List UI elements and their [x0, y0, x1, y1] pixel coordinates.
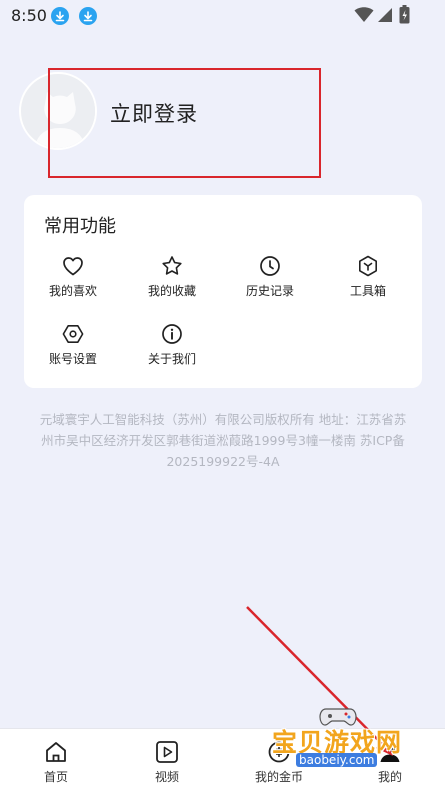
video-icon [156, 741, 178, 763]
nav-label: 视频 [154, 770, 179, 784]
download-icon [51, 7, 69, 25]
nav-home[interactable]: 首页 [21, 739, 91, 785]
history-item[interactable]: 历史记录 [230, 254, 310, 306]
item-label: 历史记录 [245, 284, 294, 298]
nav-profile[interactable]: 我的 [355, 739, 425, 785]
item-label: 账号设置 [48, 352, 97, 366]
nav-video[interactable]: 视频 [132, 739, 202, 785]
item-label: 我的喜欢 [48, 284, 97, 298]
toolbox-icon [359, 255, 377, 277]
my-likes-item[interactable]: 我的喜欢 [33, 254, 113, 306]
legal-line: 2025199922号-4A [166, 454, 280, 469]
legal-line: 州市吴中区经济开发区郭巷街道淞葭路1999号3幢一楼南 苏ICP备 [41, 433, 405, 448]
coin-icon [268, 741, 290, 763]
nav-label: 我的 [377, 770, 402, 784]
gamepad-icon [319, 708, 357, 726]
item-label: 工具箱 [349, 284, 386, 298]
bottom-nav: 首页 视频 我的金币 我的 [0, 728, 445, 791]
account-settings-item[interactable]: 账号设置 [33, 322, 113, 374]
legal-text: 元域寰宇人工智能科技（苏州）有限公司版权所有 地址：江苏省苏 州市吴中区经济开发… [18, 409, 428, 472]
nav-coins[interactable]: 我的金币 [244, 739, 314, 785]
settings-icon [62, 325, 84, 343]
about-us-item[interactable]: 关于我们 [132, 322, 212, 374]
profile-icon [380, 743, 400, 762]
annotation-highlight-box [48, 68, 321, 178]
item-label: 关于我们 [147, 352, 196, 366]
legal-line: 元域寰宇人工智能科技（苏州）有限公司版权所有 地址：江苏省苏 [39, 412, 407, 427]
nav-label: 我的金币 [254, 770, 303, 784]
common-functions-card: 常用功能 我的喜欢 我的收藏 历史记录 工具箱 账号设置 关于我们 [24, 195, 422, 388]
status-time: 8:50 [11, 6, 47, 25]
home-icon [46, 742, 66, 762]
item-label: 我的收藏 [147, 284, 196, 298]
info-icon [162, 324, 182, 344]
clock-icon [260, 256, 280, 276]
heart-icon [63, 257, 83, 276]
status-bar: 8:50 [0, 0, 445, 32]
toolbox-item[interactable]: 工具箱 [328, 254, 408, 306]
my-favorites-item[interactable]: 我的收藏 [132, 254, 212, 306]
star-icon [162, 256, 182, 275]
card-title: 常用功能 [44, 216, 116, 237]
download-icon [79, 7, 97, 25]
nav-label: 首页 [43, 770, 68, 784]
